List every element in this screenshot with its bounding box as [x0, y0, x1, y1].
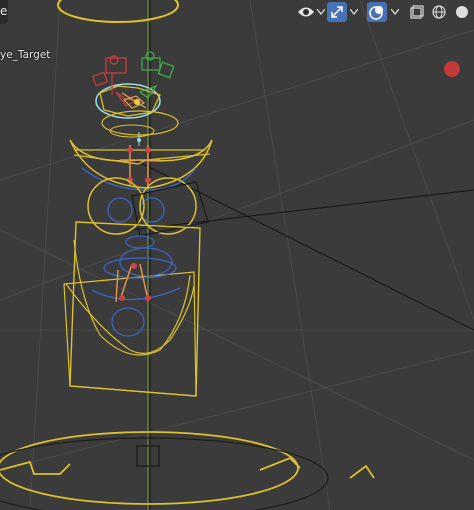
viewport-header: e: [0, 0, 474, 24]
shading-wireframe-button[interactable]: [430, 2, 448, 22]
chevron-down-icon: [317, 9, 325, 15]
xray-toggle[interactable]: [408, 2, 426, 22]
head-rig-cluster[interactable]: [91, 51, 179, 146]
grid-lines: [0, 0, 474, 510]
active-object-label: ye_Target: [0, 49, 51, 61]
shading-solid-button[interactable]: [452, 2, 472, 22]
xray-icon: [410, 5, 424, 19]
editor-tab-edge[interactable]: e: [0, 0, 8, 24]
3d-viewport[interactable]: e ye_Target: [0, 0, 474, 510]
visibility-dropdown[interactable]: [314, 2, 328, 22]
chevron-down-icon: [391, 9, 399, 15]
chevron-down-icon: [350, 9, 358, 15]
viewport-scene[interactable]: [0, 0, 474, 510]
gizmo-arrows-icon: [331, 6, 343, 18]
eye-icon: [298, 7, 314, 17]
gizmo-dropdown[interactable]: [347, 2, 361, 22]
gizmo-toggle[interactable]: [327, 2, 347, 22]
overlays-icon: [369, 6, 383, 20]
solid-sphere-icon: [456, 6, 468, 18]
visibility-toggle[interactable]: [296, 2, 316, 22]
root-control-ring[interactable]: [0, 431, 375, 510]
wireframe-sphere-icon: [432, 5, 446, 19]
overlays-dropdown[interactable]: [388, 2, 402, 22]
overlays-toggle[interactable]: [367, 2, 387, 22]
record-icon[interactable]: [444, 61, 460, 77]
lower-body-rig[interactable]: [63, 221, 201, 397]
